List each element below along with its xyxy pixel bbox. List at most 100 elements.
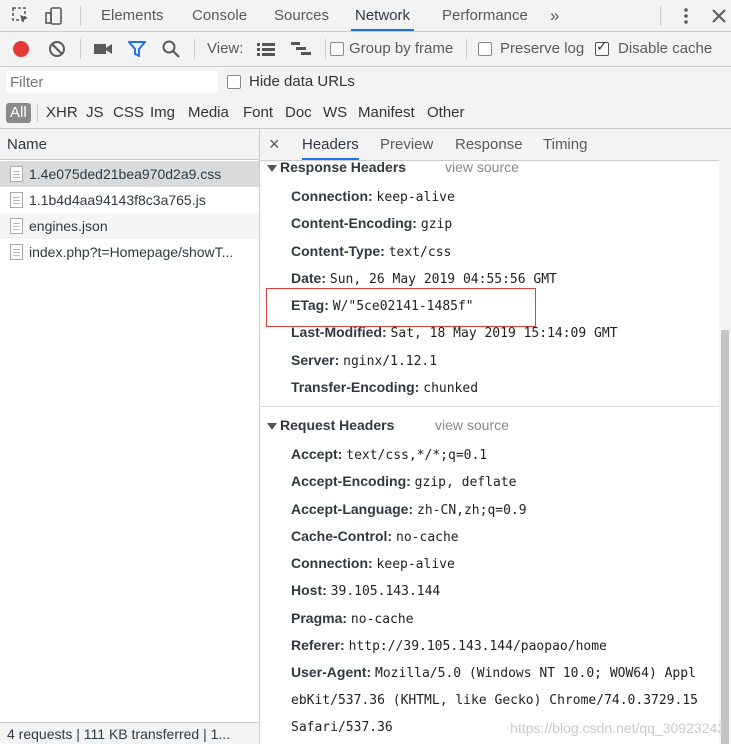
group-by-frame-label: Group by frame xyxy=(349,40,454,57)
type-filter-other[interactable]: Other xyxy=(427,103,465,123)
type-filter-ws[interactable]: WS xyxy=(323,103,347,123)
etag-highlight-box xyxy=(266,288,536,327)
tab-network[interactable]: Network xyxy=(351,0,415,31)
devtools-tab-bar: Elements Console Sources Network Perform… xyxy=(0,0,731,32)
close-icon[interactable] xyxy=(709,6,729,26)
type-filter-doc[interactable]: Doc xyxy=(285,103,312,123)
tab-console[interactable]: Console xyxy=(188,0,251,31)
filter-funnel-icon[interactable] xyxy=(128,40,146,58)
header-value: Sat, 18 May 2019 15:14:09 GMT xyxy=(390,326,618,341)
waterfall-overview-icon[interactable] xyxy=(290,41,312,57)
file-icon xyxy=(10,218,23,234)
watermark: https://blog.csdn.net/qq_30923243 xyxy=(510,720,725,736)
header-value: text/css xyxy=(388,245,452,260)
more-tabs-button[interactable]: » xyxy=(546,0,563,31)
type-filter-xhr[interactable]: XHR xyxy=(46,103,78,123)
resource-type-filter: All XHR JS CSS Img Media Font Doc WS Man… xyxy=(0,98,731,129)
tab-sources[interactable]: Sources xyxy=(270,0,333,31)
header-row: Accept-Encoding: gzip, deflate xyxy=(291,473,516,490)
details-tab-bar: × Headers Preview Response Timing xyxy=(260,129,731,161)
tab-headers[interactable]: Headers xyxy=(302,129,359,160)
header-name: Host: xyxy=(291,582,327,598)
scrollbar[interactable] xyxy=(719,160,731,744)
view-source-link[interactable]: view source xyxy=(435,417,509,433)
header-value-continuation: Safari/537.36 xyxy=(291,718,393,735)
type-filter-css[interactable]: CSS xyxy=(113,103,144,123)
clear-icon[interactable] xyxy=(48,40,66,58)
header-name: Referer: xyxy=(291,637,345,653)
preserve-log-checkbox[interactable] xyxy=(478,42,492,56)
file-icon xyxy=(10,166,23,182)
request-row[interactable]: engines.json xyxy=(0,213,259,239)
header-name: Accept-Language: xyxy=(291,501,414,517)
header-value: gzip xyxy=(420,217,453,232)
view-source-link[interactable]: view source xyxy=(445,161,519,175)
file-icon xyxy=(10,192,23,208)
header-name: Connection: xyxy=(291,188,373,204)
divider xyxy=(660,6,661,26)
filter-bar: Hide data URLs xyxy=(0,67,731,98)
request-name: 1.1b4d4aa94143f8c3a765.js xyxy=(29,192,206,208)
request-name: index.php?t=Homepage/showT... xyxy=(29,244,234,260)
response-headers-title[interactable]: Response Headers xyxy=(280,161,406,175)
header-row: User-Agent: Mozilla/5.0 (Windows NT 10.0… xyxy=(291,664,696,681)
collapse-triangle-icon[interactable] xyxy=(267,165,277,172)
network-toolbar: View: Group by frame Preserve log Disabl… xyxy=(0,32,731,67)
large-rows-list-icon[interactable] xyxy=(257,42,275,56)
preserve-log-label: Preserve log xyxy=(500,40,585,57)
header-name: User-Agent: xyxy=(291,664,372,680)
type-filter-img[interactable]: Img xyxy=(150,103,175,123)
request-row[interactable]: index.php?t=Homepage/showT... xyxy=(0,239,259,265)
header-value: keep-alive xyxy=(376,190,455,205)
device-toolbar-icon[interactable] xyxy=(44,6,64,26)
header-name: Cache-Control: xyxy=(291,528,393,544)
tab-timing[interactable]: Timing xyxy=(543,129,587,160)
tab-elements[interactable]: Elements xyxy=(97,0,168,31)
hide-data-urls-label: Hide data URLs xyxy=(249,73,355,90)
header-name: Server: xyxy=(291,352,340,368)
type-filter-font[interactable]: Font xyxy=(243,103,273,123)
scrollbar-thumb[interactable] xyxy=(721,330,729,744)
inspect-element-icon[interactable] xyxy=(11,6,31,26)
record-icon[interactable] xyxy=(12,40,30,58)
collapse-triangle-icon[interactable] xyxy=(267,423,277,430)
header-value: Sun, 26 May 2019 04:55:56 GMT xyxy=(329,272,557,287)
header-value: keep-alive xyxy=(376,557,455,572)
filter-input[interactable] xyxy=(6,71,218,93)
request-headers-title[interactable]: Request Headers xyxy=(280,417,394,433)
tab-preview[interactable]: Preview xyxy=(380,129,433,160)
request-row[interactable]: 1.1b4d4aa94143f8c3a765.js xyxy=(0,187,259,213)
header-value: nginx/1.12.1 xyxy=(343,354,438,369)
header-row: Referer: http://39.105.143.144/paopao/ho… xyxy=(291,637,607,654)
header-row: Host: 39.105.143.144 xyxy=(291,582,440,599)
header-name: Content-Encoding: xyxy=(291,215,417,231)
header-value: 39.105.143.144 xyxy=(330,584,441,599)
type-filter-manifest[interactable]: Manifest xyxy=(358,103,415,123)
tab-performance[interactable]: Performance xyxy=(438,0,532,31)
screenshot-camera-icon[interactable] xyxy=(93,41,113,57)
type-filter-media[interactable]: Media xyxy=(188,103,229,123)
group-by-frame-checkbox[interactable] xyxy=(330,42,344,56)
header-value: chunked xyxy=(423,381,479,396)
hide-data-urls-checkbox[interactable] xyxy=(227,75,241,89)
type-filter-all[interactable]: All xyxy=(6,103,31,123)
header-name: Connection: xyxy=(291,555,373,571)
name-column-header[interactable]: Name xyxy=(0,129,259,160)
search-icon[interactable] xyxy=(162,40,180,58)
more-options-icon[interactable] xyxy=(676,6,696,26)
header-row: Cache-Control: no-cache xyxy=(291,528,459,545)
type-filter-js[interactable]: JS xyxy=(86,103,104,123)
header-value: Mozilla/5.0 (Windows NT 10.0; WOW64) App… xyxy=(375,666,696,681)
header-row: Server: nginx/1.12.1 xyxy=(291,352,437,369)
close-details-button[interactable]: × xyxy=(269,134,280,155)
header-row: Accept: text/css,*/*;q=0.1 xyxy=(291,446,487,463)
request-row[interactable]: 1.4e075ded21bea970d2a9.css xyxy=(0,161,259,187)
divider xyxy=(80,39,81,59)
header-name: Content-Type: xyxy=(291,243,385,259)
section-divider xyxy=(260,406,719,407)
divider xyxy=(37,104,38,122)
tab-response[interactable]: Response xyxy=(455,129,523,160)
disable-cache-label: Disable cache xyxy=(618,40,713,57)
header-value: no-cache xyxy=(350,612,414,627)
disable-cache-checkbox[interactable] xyxy=(595,39,609,56)
